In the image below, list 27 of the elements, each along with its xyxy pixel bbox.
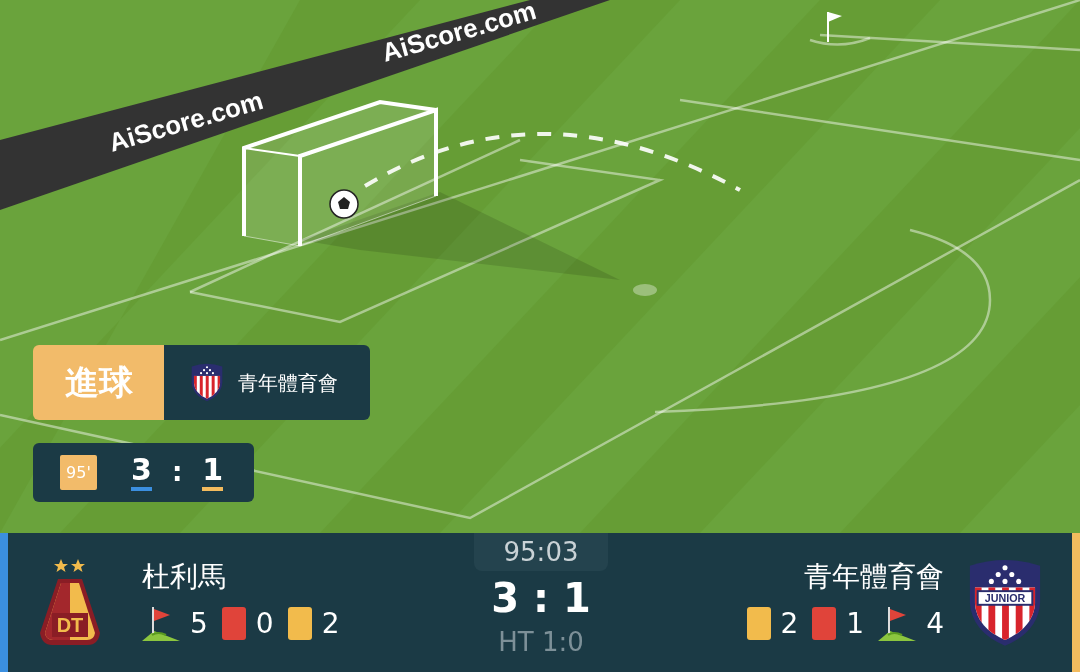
- team-name: 青年體育會: [238, 369, 338, 397]
- corner-flag-icon: [878, 604, 917, 643]
- away-goals: 1: [202, 454, 224, 491]
- goal-label: 進球: [64, 361, 133, 404]
- booking-card-icon: [287, 607, 312, 640]
- stat-count: 0: [255, 609, 274, 638]
- corner-flag-icon: [142, 604, 180, 643]
- minute-badge: 95': [60, 455, 97, 490]
- away-team-name: 青年體育會: [804, 562, 944, 591]
- home-team-name: 杜利馬: [142, 562, 227, 591]
- half-time-score: HT 1:0: [498, 626, 584, 659]
- stat-count: 2: [321, 609, 340, 638]
- home-goals: 3: [131, 454, 152, 491]
- stat-count: 5: [190, 609, 208, 638]
- penalty-spot: [633, 284, 657, 296]
- corner-flag-icon: [827, 11, 842, 43]
- stat-count: 4: [926, 609, 944, 638]
- sending-off-card-icon: [221, 607, 246, 640]
- sending-off-card-icon: [812, 607, 837, 640]
- stat-count: 1: [846, 609, 865, 638]
- match-score: 3 : 1: [491, 574, 591, 623]
- shield-crest-icon: [190, 362, 224, 403]
- booking-card-icon: [746, 607, 771, 640]
- stat-count: 2: [780, 609, 799, 638]
- match-clock: 95:03: [474, 533, 608, 571]
- score-separator: :: [171, 456, 183, 489]
- football-icon: [329, 189, 359, 219]
